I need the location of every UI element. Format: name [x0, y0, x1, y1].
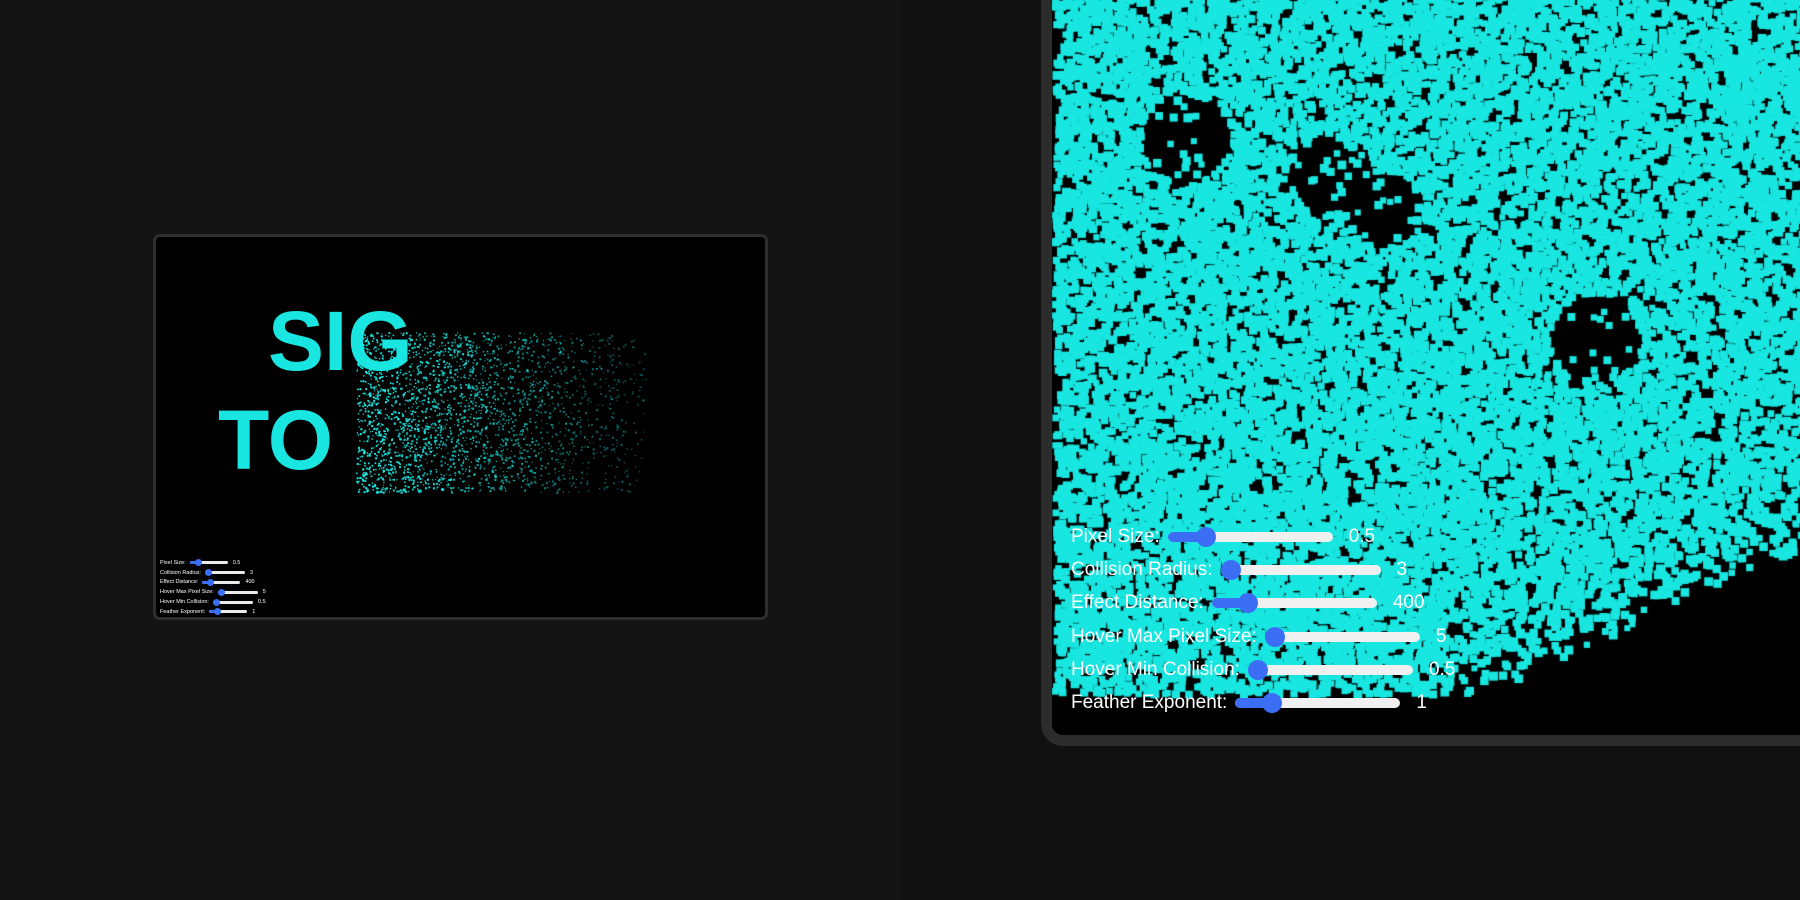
headline-line-1: SIG [268, 294, 413, 388]
control-value: 0.5 [232, 559, 241, 566]
control-row: Hover Max Pixel Size: 5 [1071, 620, 1455, 653]
control-row: Hover Min Collision: 0.5 [160, 597, 266, 607]
control-value: 0.5 [1428, 658, 1456, 680]
slider-thumb[interactable] [1220, 559, 1241, 580]
control-slider[interactable] [1235, 693, 1401, 714]
slider-thumb[interactable] [213, 598, 221, 606]
control-label: Feather Exponent: [1071, 692, 1228, 714]
control-label: Collision Radius: [1071, 558, 1213, 580]
control-slider[interactable] [1264, 626, 1420, 647]
control-label: Pixel Size: [160, 559, 186, 566]
headline-line-2: TO [218, 393, 333, 487]
slider-thumb[interactable] [1261, 693, 1282, 714]
control-slider[interactable] [202, 578, 241, 586]
control-row: Pixel Size: 0.5 [1071, 520, 1455, 553]
preview-window: SIG TO Pixel Size: 0.5 Collision Radius: 3 E… [153, 234, 768, 620]
control-label: Hover Min Collision: [160, 599, 209, 606]
controls-panel: Pixel Size: 0.5 Collision Radius: 3 Effect D… [1071, 520, 1455, 720]
control-value: 3 [1396, 558, 1408, 580]
control-row: Effect Distance: 400 [160, 578, 266, 588]
control-row: Hover Max Pixel Size: 5 [160, 587, 266, 597]
control-value: 400 [1392, 592, 1425, 614]
control-label: Hover Max Pixel Size: [1071, 625, 1257, 647]
control-row: Hover Min Collision: 0.5 [1071, 653, 1455, 686]
control-value: 5 [1435, 625, 1447, 647]
slider-thumb[interactable] [1195, 526, 1216, 547]
control-value: 5 [262, 589, 266, 596]
control-value: 0.5 [257, 599, 266, 606]
control-slider[interactable] [189, 559, 228, 567]
control-label: Pixel Size: [1071, 525, 1160, 547]
control-value: 400 [245, 579, 255, 586]
slider-thumb[interactable] [194, 559, 202, 567]
control-slider[interactable] [212, 598, 253, 606]
slider-thumb[interactable] [214, 608, 222, 616]
control-row: Collision Radius: 3 [1071, 553, 1455, 586]
control-label: Effect Distance: [160, 579, 199, 586]
control-row: Feather Exponent: 1 [160, 607, 266, 617]
control-label: Hover Max Pixel Size: [160, 589, 214, 596]
control-label: Collision Radius: [160, 569, 201, 576]
slider-thumb[interactable] [1264, 626, 1285, 647]
control-row: Collision Radius: 3 [160, 568, 266, 578]
control-slider[interactable] [217, 588, 258, 596]
slider-thumb[interactable] [207, 578, 215, 586]
control-slider[interactable] [209, 608, 248, 616]
control-value: 0.5 [1348, 525, 1376, 547]
control-value: 1 [1416, 692, 1427, 714]
control-label: Effect Distance: [1071, 592, 1204, 614]
control-label: Feather Exponent: [160, 608, 206, 615]
control-slider[interactable] [1167, 526, 1333, 547]
control-label: Hover Min Collision: [1071, 658, 1240, 680]
control-row: Pixel Size: 0.5 [160, 558, 266, 568]
control-slider[interactable] [1211, 593, 1377, 614]
slider-thumb[interactable] [1247, 659, 1268, 680]
slider-thumb[interactable] [205, 569, 213, 577]
control-slider[interactable] [1220, 559, 1381, 580]
control-value: 1 [252, 608, 256, 615]
control-slider[interactable] [1247, 659, 1413, 680]
control-value: 3 [249, 569, 254, 576]
slider-thumb[interactable] [218, 588, 226, 596]
control-row: Effect Distance: 400 [1071, 587, 1455, 620]
slider-thumb[interactable] [1238, 593, 1259, 614]
mini-controls-panel: Pixel Size: 0.5 Collision Radius: 3 Effect D… [160, 558, 266, 617]
control-row: Feather Exponent: 1 [1071, 686, 1455, 719]
control-slider[interactable] [204, 569, 245, 577]
